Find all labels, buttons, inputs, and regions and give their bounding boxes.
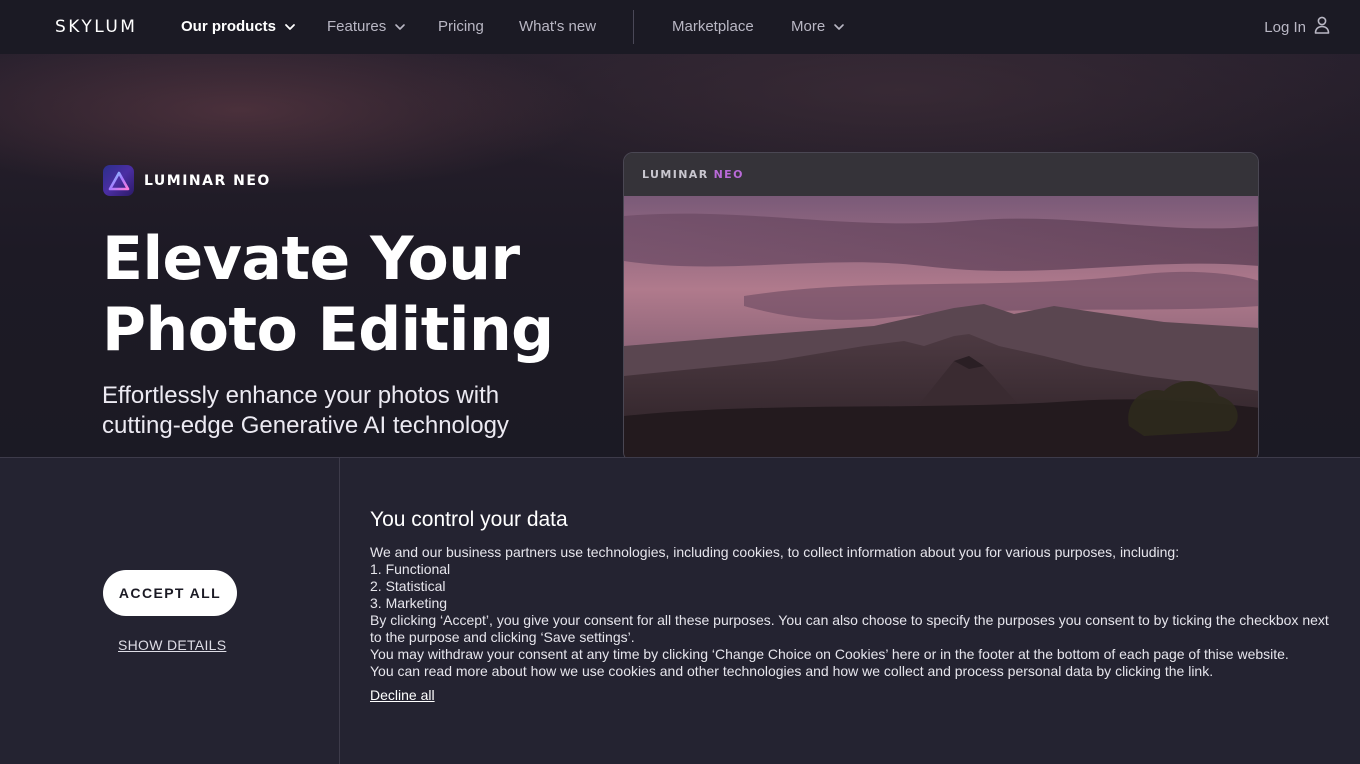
user-icon bbox=[1314, 16, 1330, 38]
luminar-neo-logo-icon bbox=[103, 165, 134, 196]
nav-item-our-products[interactable]: Our products bbox=[181, 18, 296, 35]
hero-headline: Elevate Your Photo Editing bbox=[102, 224, 582, 366]
nav-item-label: Marketplace bbox=[672, 18, 754, 35]
consent-paragraph: You can read more about how we use cooki… bbox=[370, 663, 1214, 679]
cookie-consent-panel: ACCEPT ALL SHOW DETAILS You control your… bbox=[0, 457, 1360, 764]
app-title-main: LUMINAR bbox=[642, 168, 709, 181]
nav-item-label: Features bbox=[327, 18, 387, 35]
subhead-line-1: Effortlessly enhance your photos with bbox=[102, 382, 500, 409]
chevron-down-icon bbox=[284, 21, 296, 33]
nav-divider bbox=[633, 10, 634, 44]
consent-actions: ACCEPT ALL SHOW DETAILS bbox=[0, 458, 340, 764]
purpose-item: 2. Statistical bbox=[370, 578, 446, 594]
consent-intro: We and our business partners use technol… bbox=[370, 544, 1180, 560]
consent-paragraph: By clicking ‘Accept’, you give your cons… bbox=[370, 612, 1329, 645]
login-link[interactable]: Log In bbox=[1264, 16, 1330, 38]
nav-item-label: What's new bbox=[519, 18, 597, 35]
subhead-line-2: cutting-edge Generative AI technology bbox=[102, 412, 509, 439]
consent-title: You control your data bbox=[370, 508, 568, 531]
purpose-item: 1. Functional bbox=[370, 561, 451, 577]
chevron-down-icon bbox=[833, 21, 845, 33]
app-title-accent: NEO bbox=[713, 168, 744, 181]
nav-item-marketplace[interactable]: Marketplace bbox=[672, 18, 754, 35]
skylum-logo[interactable]: SKYLUM bbox=[55, 17, 137, 37]
login-label: Log In bbox=[1264, 18, 1306, 36]
hero-subheadline: Effortlessly enhance your photos with cu… bbox=[102, 381, 572, 441]
nav-item-features[interactable]: Features bbox=[327, 18, 406, 35]
product-name: LUMINAR NEO bbox=[144, 172, 271, 189]
consent-body: We and our business partners use technol… bbox=[370, 544, 1330, 680]
purpose-item: 3. Marketing bbox=[370, 595, 448, 611]
consent-paragraph: You may withdraw your consent at any tim… bbox=[370, 646, 1289, 662]
app-preview-window: LUMINAR NEO bbox=[623, 152, 1259, 462]
nav-item-label: Pricing bbox=[438, 18, 484, 35]
nav-item-whats-new[interactable]: What's new bbox=[519, 18, 596, 35]
show-details-link[interactable]: SHOW DETAILS bbox=[118, 637, 226, 653]
mountain-landscape-image bbox=[624, 196, 1258, 461]
headline-line-1: Elevate Your bbox=[102, 224, 520, 294]
nav-item-more[interactable]: More bbox=[791, 18, 845, 35]
accept-all-button[interactable]: ACCEPT ALL bbox=[103, 570, 237, 616]
nav-item-label: More bbox=[791, 18, 826, 35]
top-navigation: SKYLUM Our products Features Pricing Wha… bbox=[0, 0, 1360, 54]
app-preview-titlebar: LUMINAR NEO bbox=[624, 153, 1258, 196]
nav-item-label: Our products bbox=[181, 18, 277, 35]
nav-item-pricing[interactable]: Pricing bbox=[438, 18, 484, 35]
headline-line-2: Photo Editing bbox=[102, 295, 554, 365]
product-brand: LUMINAR NEO bbox=[103, 165, 271, 196]
decline-all-link[interactable]: Decline all bbox=[370, 687, 435, 703]
chevron-down-icon bbox=[394, 21, 406, 33]
